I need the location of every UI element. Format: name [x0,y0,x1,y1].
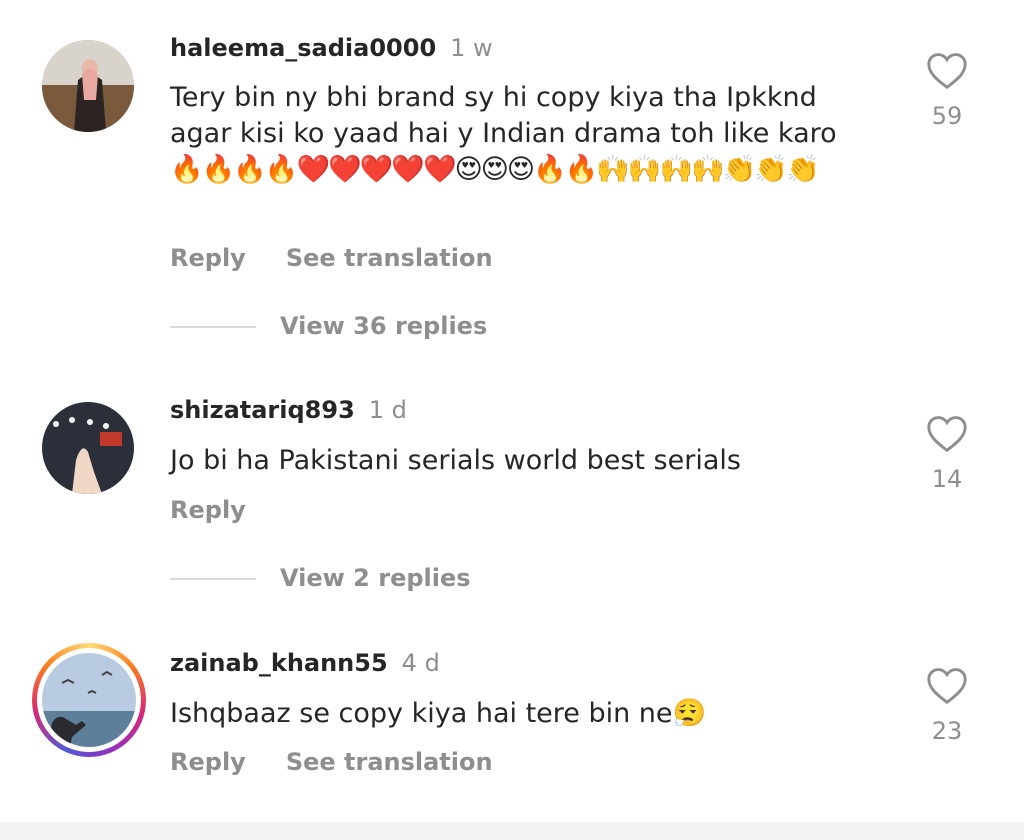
avatar[interactable] [42,402,134,494]
comment-actions: Reply See translation [170,747,493,777]
timestamp: 4 d [401,649,440,677]
reply-button[interactable]: Reply [170,496,246,524]
reply-button[interactable]: Reply [170,244,246,272]
view-replies-button[interactable]: View 36 replies [170,311,487,341]
comment-text: Ishqbaaz se copy kiya hai tere bin ne😮‍💨 [170,696,870,732]
like-count: 23 [931,717,963,745]
comment-actions: Reply [170,495,246,525]
avatar[interactable] [42,40,134,132]
avatar-image [42,402,134,494]
see-translation-button[interactable]: See translation [286,244,493,272]
view-replies-label: View 36 replies [280,312,488,340]
comment-text: Tery bin ny bhi brand sy hi copy kiya th… [170,80,870,188]
comment-text: Jo bi ha Pakistani serials world best se… [170,443,870,479]
timestamp: 1 d [368,396,407,424]
see-translation-button[interactable]: See translation [286,748,493,776]
like-count: 59 [931,102,963,130]
reply-button[interactable]: Reply [170,748,246,776]
like-area: 59 [922,50,972,130]
avatar-image [42,40,134,132]
like-area: 23 [922,665,972,745]
divider-line [170,578,256,580]
comment-body: Ishqbaaz se copy kiya hai tere bin ne😮‍💨 [170,698,707,729]
username[interactable]: haleema_sadia0000 [170,34,436,62]
divider-line [170,326,256,328]
timestamp: 1 w [450,34,493,62]
comment-header: shizatariq893 1 d [170,396,407,424]
comment-header: zainab_khann55 4 d [170,649,440,677]
username[interactable]: shizatariq893 [170,396,355,424]
like-count: 14 [931,465,963,493]
comment-body: Tery bin ny bhi brand sy hi copy kiya th… [170,82,837,149]
bottom-edge [0,822,1024,840]
heart-outline-icon[interactable] [925,413,969,453]
heart-outline-icon[interactable] [925,665,969,705]
avatar-image [42,653,136,747]
view-replies-button[interactable]: View 2 replies [170,563,471,593]
like-area: 14 [922,413,972,493]
comment-header: haleema_sadia0000 1 w [170,34,493,62]
heart-outline-icon[interactable] [925,50,969,90]
avatar [42,653,136,747]
story-ring[interactable] [32,643,146,757]
username[interactable]: zainab_khann55 [170,649,388,677]
view-replies-label: View 2 replies [280,564,471,592]
comment-actions: Reply See translation [170,243,493,273]
comment-emojis: 🔥🔥🔥🔥❤️❤️❤️❤️❤️😍😍😍🔥🔥🙌🙌🙌🙌👏👏👏 [170,154,820,185]
comment-body: Jo bi ha Pakistani serials world best se… [170,445,741,476]
